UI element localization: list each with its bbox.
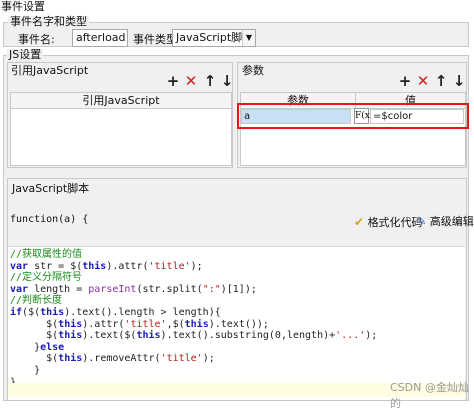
- event-group-legend: 事件名字和类型: [8, 15, 89, 28]
- code-line: var str = $(this).attr('title');: [10, 260, 203, 272]
- chevron-down-icon[interactable]: ▼: [242, 30, 255, 46]
- code-line: $(this).text($(this).text().substring(0,…: [10, 330, 378, 342]
- remove-param-icon[interactable]: ✕: [416, 74, 430, 89]
- highlight-box: [237, 103, 469, 129]
- ref-js-column-header[interactable]: 引用JavaScript: [10, 92, 232, 109]
- edit-icon: ✎: [417, 215, 427, 228]
- code-line: $(this).attr('title',$(this).text());: [10, 318, 269, 330]
- function-signature: function(a) {: [10, 214, 89, 225]
- event-type-select[interactable]: JavaScript脚本 ▼: [172, 29, 256, 47]
- csdn-watermark: CSDN @金灿灿的: [390, 381, 469, 410]
- advanced-edit-button[interactable]: ✎ 高级编辑: [417, 214, 474, 230]
- code-editor[interactable]: //获取属性的值 var str = $(this).attr('title');…: [8, 246, 465, 400]
- script-title: JavaScript脚本: [12, 182, 90, 195]
- window-title: 事件设置: [0, 0, 474, 14]
- js-group-legend: JS设置: [7, 48, 44, 61]
- add-ref-icon[interactable]: +: [166, 74, 180, 89]
- event-name-label: 事件名:: [18, 33, 55, 46]
- ref-js-title: 引用JavaScript: [11, 64, 89, 77]
- move-down-param-icon[interactable]: ↓: [452, 74, 466, 89]
- remove-ref-icon[interactable]: ✕: [184, 74, 198, 89]
- brush-icon: ✔: [354, 215, 365, 229]
- add-param-icon[interactable]: +: [398, 74, 412, 89]
- move-down-ref-icon[interactable]: ↓: [220, 74, 234, 89]
- code-line: if($(this).text().length > length){: [10, 306, 221, 318]
- code-lines: //获取属性的值 var str = $(this).attr('title');…: [10, 249, 377, 388]
- code-line: $(this).removeAttr('title');: [10, 353, 215, 365]
- move-up-ref-icon[interactable]: ↑: [203, 74, 217, 89]
- code-line: var length = parseInt(str.split(":")[1])…: [10, 283, 257, 295]
- move-up-param-icon[interactable]: ↑: [434, 74, 448, 89]
- format-code-label: 格式化代码: [367, 216, 423, 229]
- format-code-button[interactable]: ✔ 格式化代码: [354, 214, 423, 230]
- code-line: //判断长度: [10, 295, 63, 307]
- event-name-input[interactable]: afterload: [72, 29, 128, 47]
- code-line: }else: [10, 341, 65, 353]
- param-panel-title: 参数: [242, 64, 264, 77]
- code-line: }: [10, 364, 41, 376]
- code-line: //获取属性的值: [10, 249, 83, 260]
- code-line: //定义分隔符号: [10, 272, 83, 284]
- advanced-edit-label: 高级编辑: [429, 215, 474, 228]
